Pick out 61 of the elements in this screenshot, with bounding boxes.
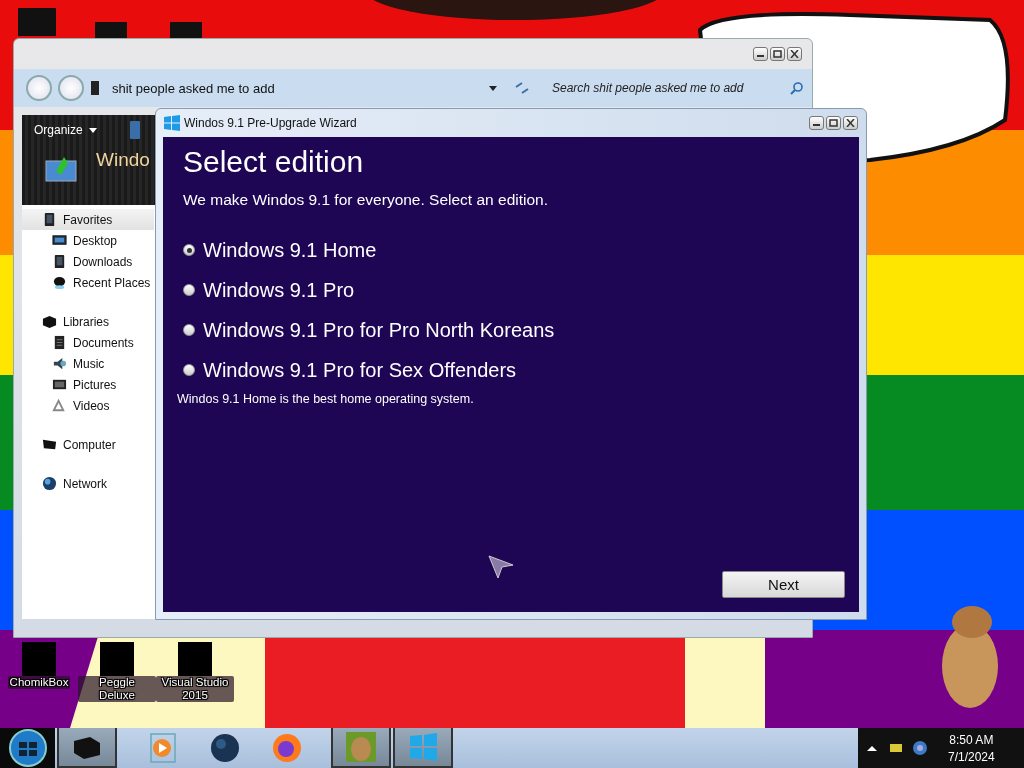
minimize-button[interactable]: [753, 47, 768, 61]
globe-icon[interactable]: [912, 740, 928, 756]
clock-time[interactable]: 8:50 AM: [949, 732, 994, 747]
sidebar-item[interactable]: Downloads: [22, 251, 154, 272]
globe-icon: [42, 476, 57, 491]
tablet-icon: [52, 254, 67, 269]
speaker-icon: [52, 356, 67, 371]
windows-logo-icon: [164, 115, 180, 131]
maximize-button[interactable]: [826, 116, 841, 130]
page-heading: Select edition: [183, 145, 364, 179]
sidebar-item[interactable]: Desktop: [22, 230, 154, 251]
maximize-icon: [773, 50, 782, 58]
edition-radio[interactable]: Windows 9.1 Pro for Pro North Koreans: [177, 316, 555, 344]
taskbar-button[interactable]: [57, 728, 117, 768]
maximize-button[interactable]: [770, 47, 785, 61]
next-button[interactable]: Next: [722, 571, 845, 598]
tablet-icon: [42, 212, 57, 227]
edition-radio[interactable]: Windows 9.1 Home: [177, 236, 377, 264]
computer-icon: [42, 437, 57, 452]
sidebar-item[interactable]: Computer: [22, 434, 154, 455]
sidebar-item[interactable]: Favorites: [22, 209, 154, 230]
caret-icon: [88, 127, 97, 133]
censored-icon[interactable]: [100, 640, 134, 676]
close-button[interactable]: [787, 47, 802, 61]
sidebar-item[interactable]: Recent Places: [22, 272, 154, 293]
address-bar[interactable]: shit people asked me to add: [106, 80, 482, 96]
close-icon: [846, 119, 855, 127]
close-icon: [790, 50, 799, 58]
desktop-icon-label[interactable]: ChomikBox: [7, 676, 71, 689]
sidebar-item[interactable]: Pictures: [22, 374, 154, 395]
edition-radio[interactable]: Windows 9.1 Pro for Sex Offenders: [177, 356, 517, 384]
sidebar-item[interactable]: Videos: [22, 395, 154, 416]
cursor-icon: [488, 555, 514, 579]
search-field[interactable]: Search shit people asked me to add: [550, 77, 804, 99]
start-button[interactable]: [0, 728, 55, 768]
window-title: Windos 9.1 Pre-Upgrade Wizard: [184, 116, 358, 130]
hamster-app-icon[interactable]: [331, 728, 391, 768]
maximize-icon: [829, 119, 838, 127]
sidebar-item[interactable]: Libraries: [22, 311, 154, 332]
subtitle: We make Windos 9.1 for everyone. Select an edition.: [183, 191, 548, 209]
organize-button[interactable]: Organize: [32, 121, 99, 139]
frame-icon: [52, 377, 67, 392]
minimize-button[interactable]: [809, 116, 824, 130]
censored-icon[interactable]: [178, 640, 212, 676]
document-icon: [52, 335, 67, 350]
sidebar-item[interactable]: Documents: [22, 332, 154, 353]
box-icon: [42, 314, 57, 329]
clock-date[interactable]: 7/1/2024: [948, 749, 995, 764]
edition-description: Windos 9.1 Home is the best home operating system.: [177, 392, 474, 406]
sidebar-item[interactable]: Music: [22, 353, 154, 374]
edition-radio[interactable]: Windows 9.1 Pro: [177, 276, 355, 304]
windows-logo-icon[interactable]: [393, 728, 453, 768]
monitor-icon: [52, 233, 67, 248]
desktop-icon-label[interactable]: Peggle Deluxe: [78, 676, 156, 702]
dropdown-arrow-icon[interactable]: [488, 84, 498, 92]
dot-icon: [52, 275, 67, 290]
close-button[interactable]: [843, 116, 858, 130]
search-icon[interactable]: [790, 81, 804, 95]
sidebar-item[interactable]: Network: [22, 473, 154, 494]
desktop-icon-label[interactable]: Visual Studio 2015: [156, 676, 234, 702]
header-title: Windo: [96, 149, 150, 171]
